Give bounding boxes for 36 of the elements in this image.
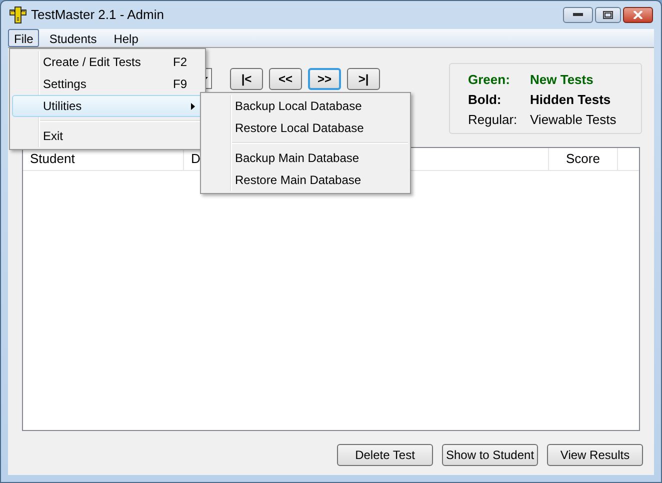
menu-item[interactable]: Exit bbox=[12, 125, 203, 147]
legend-label: Regular: bbox=[468, 110, 518, 129]
menu-item[interactable]: Backup Main Database bbox=[203, 147, 408, 169]
menu-item[interactable]: Students bbox=[42, 29, 104, 47]
legend-text: Hidden Tests bbox=[530, 90, 611, 109]
nav-button[interactable]: |< bbox=[230, 68, 263, 90]
action-button[interactable]: Delete Test bbox=[337, 444, 433, 466]
legend-text: Viewable Tests bbox=[530, 110, 616, 129]
nav-button[interactable]: >> bbox=[308, 68, 341, 90]
shortcut-label: F9 bbox=[173, 76, 188, 93]
menu-item[interactable]: Backup Local Database bbox=[203, 95, 408, 117]
nav-button[interactable]: >| bbox=[347, 68, 380, 90]
close-button[interactable] bbox=[623, 7, 653, 23]
legend-label: Green: bbox=[468, 70, 511, 89]
window-title: TestMaster 2.1 - Admin bbox=[31, 6, 164, 24]
menu-item[interactable]: File bbox=[8, 29, 40, 47]
menu-item[interactable]: Utilities bbox=[12, 95, 203, 117]
shortcut-label: F2 bbox=[173, 54, 188, 71]
menu-item[interactable]: Settings F9 bbox=[12, 73, 203, 95]
menu-item[interactable]: Restore Main Database bbox=[203, 169, 408, 191]
action-button[interactable]: View Results bbox=[547, 444, 643, 466]
legend-text: New Tests bbox=[530, 70, 594, 89]
close-icon bbox=[633, 11, 643, 19]
minimize-icon bbox=[573, 13, 583, 17]
maximize-button[interactable] bbox=[595, 7, 621, 23]
minimize-button[interactable] bbox=[563, 7, 593, 23]
maximize-icon bbox=[603, 11, 613, 19]
submenu-arrow-icon bbox=[191, 102, 195, 110]
menu-item[interactable]: Help bbox=[106, 29, 146, 47]
column-header[interactable]: Score bbox=[549, 148, 618, 170]
menu-item[interactable]: Restore Local Database bbox=[203, 117, 408, 139]
nav-button[interactable]: << bbox=[269, 68, 302, 90]
ruler-icon bbox=[9, 6, 27, 24]
menu-item[interactable]: Create / Edit Tests F2 bbox=[12, 51, 203, 73]
legend-label: Bold: bbox=[468, 90, 502, 109]
action-button[interactable]: Show to Student bbox=[442, 444, 538, 466]
